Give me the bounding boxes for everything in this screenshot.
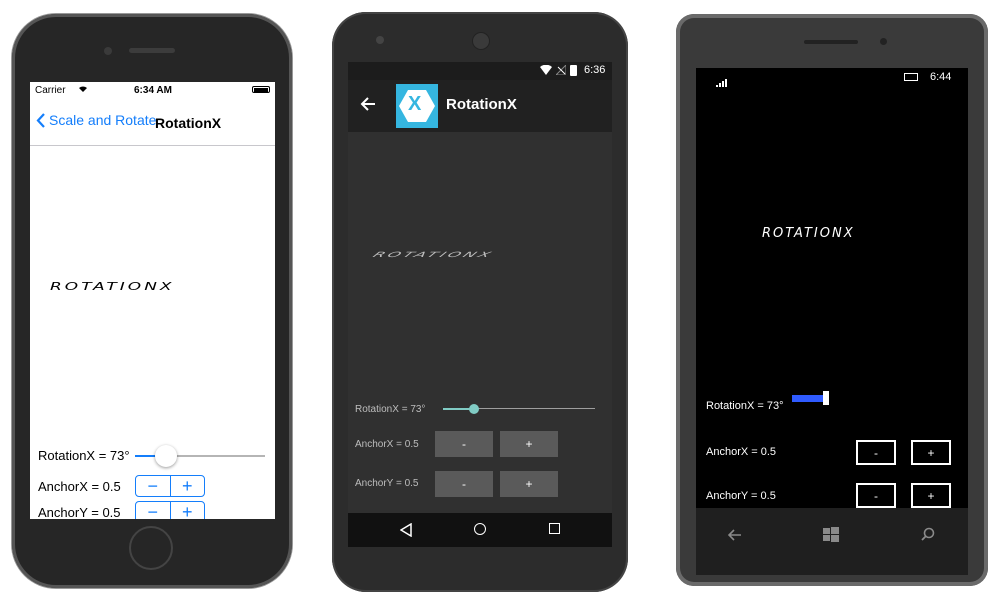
anchor-y-increment-button[interactable]: + bbox=[500, 471, 558, 497]
anchor-x-increment-button[interactable]: + bbox=[911, 440, 951, 465]
rotated-text: ROTATIONX bbox=[50, 281, 175, 293]
status-time: 6:34 AM bbox=[134, 85, 172, 96]
signal-icon bbox=[716, 74, 730, 92]
front-camera bbox=[104, 47, 112, 55]
anchor-y-increment-button[interactable]: + bbox=[911, 483, 951, 508]
anchor-x-label: AnchorX = 0.5 bbox=[38, 479, 121, 494]
app-logo: X bbox=[396, 84, 438, 128]
anchor-y-decrement-button[interactable]: - bbox=[435, 471, 493, 497]
rotated-text: ROTATIONX bbox=[370, 250, 497, 259]
front-camera bbox=[880, 38, 887, 45]
earpiece-speaker bbox=[472, 32, 490, 50]
earpiece-speaker bbox=[129, 48, 175, 53]
increment-button[interactable]: + bbox=[171, 476, 205, 496]
wifi-icon bbox=[540, 64, 552, 78]
status-time: 6:44 bbox=[930, 71, 952, 83]
back-button[interactable]: Scale and Rotate bbox=[36, 112, 156, 128]
android-screen: 6:36 X RotationX ROTATIONX RotationX = 7… bbox=[348, 62, 612, 547]
decrement-button[interactable]: − bbox=[136, 476, 171, 496]
rotation-slider[interactable] bbox=[792, 391, 952, 407]
battery-icon bbox=[570, 65, 577, 76]
back-arrow-icon[interactable] bbox=[727, 528, 742, 546]
anchor-y-decrement-button[interactable]: - bbox=[856, 483, 896, 508]
anchor-x-label: AnchorX = 0.5 bbox=[706, 446, 777, 458]
front-camera bbox=[376, 36, 384, 44]
carrier-label: Carrier bbox=[35, 85, 66, 96]
anchor-x-decrement-button[interactable]: - bbox=[856, 440, 896, 465]
back-arrow-icon[interactable] bbox=[360, 96, 376, 117]
page-title: RotationX bbox=[446, 96, 517, 113]
back-label: Scale and Rotate bbox=[49, 112, 157, 128]
home-circle-icon[interactable] bbox=[474, 523, 486, 535]
rotation-label: RotationX = 73° bbox=[706, 400, 784, 412]
home-button[interactable] bbox=[129, 526, 173, 570]
slider-thumb[interactable] bbox=[155, 445, 177, 467]
battery-icon bbox=[904, 73, 918, 81]
increment-button[interactable]: + bbox=[171, 502, 205, 520]
wifi-icon bbox=[78, 85, 88, 96]
decrement-button[interactable]: − bbox=[136, 502, 171, 519]
slider-track bbox=[473, 408, 595, 409]
rotation-label: RotationX = 73° bbox=[355, 404, 426, 415]
ios-navigation-bar: Scale and Rotate RotationX bbox=[30, 100, 275, 146]
windows-screen: 6:44 ROTATIONX RotationX = 73° AnchorX =… bbox=[696, 68, 968, 575]
slider-track bbox=[165, 455, 265, 457]
earpiece-speaker bbox=[804, 40, 858, 44]
chevron-left-icon bbox=[36, 112, 45, 128]
anchor-y-label: AnchorY = 0.5 bbox=[706, 490, 776, 502]
anchor-x-stepper[interactable]: − + bbox=[135, 475, 205, 497]
search-icon[interactable] bbox=[921, 527, 935, 546]
slider-thumb[interactable] bbox=[469, 404, 479, 414]
ios-screen: Carrier 6:34 AM Scale and Rotate Rotatio… bbox=[30, 82, 275, 519]
anchor-y-stepper[interactable]: − + bbox=[135, 501, 205, 519]
android-toolbar: X RotationX bbox=[348, 80, 612, 132]
rotation-label: RotationX = 73° bbox=[38, 448, 130, 463]
anchor-y-label: AnchorY = 0.5 bbox=[38, 505, 121, 519]
iphone-device: Carrier 6:34 AM Scale and Rotate Rotatio… bbox=[12, 14, 292, 588]
android-status-bar: 6:36 bbox=[348, 62, 612, 80]
rotation-slider[interactable] bbox=[135, 445, 265, 467]
windows-phone-device: 6:44 ROTATIONX RotationX = 73° AnchorX =… bbox=[676, 14, 988, 586]
anchor-x-decrement-button[interactable]: - bbox=[435, 431, 493, 457]
recents-square-icon[interactable] bbox=[549, 523, 560, 534]
battery-icon bbox=[252, 86, 270, 93]
ios-status-bar: Carrier 6:34 AM bbox=[30, 82, 275, 100]
back-triangle-icon[interactable] bbox=[399, 522, 412, 542]
slider-fill bbox=[792, 395, 826, 402]
no-signal-icon bbox=[554, 63, 567, 78]
windows-start-icon[interactable] bbox=[823, 527, 839, 547]
page-title: RotationX bbox=[155, 115, 222, 131]
android-device: 6:36 X RotationX ROTATIONX RotationX = 7… bbox=[332, 12, 628, 592]
slider-thumb[interactable] bbox=[823, 391, 829, 405]
rotation-slider[interactable] bbox=[443, 399, 595, 419]
anchor-x-increment-button[interactable]: + bbox=[500, 431, 558, 457]
windows-nav-bar bbox=[696, 508, 968, 575]
anchor-y-label: AnchorY = 0.5 bbox=[355, 478, 419, 489]
android-nav-bar bbox=[348, 513, 612, 547]
status-time: 6:36 bbox=[584, 64, 606, 76]
app-icon-letter: X bbox=[408, 93, 422, 115]
anchor-x-label: AnchorX = 0.5 bbox=[355, 439, 419, 450]
rotated-text: ROTATIONX bbox=[762, 226, 855, 241]
